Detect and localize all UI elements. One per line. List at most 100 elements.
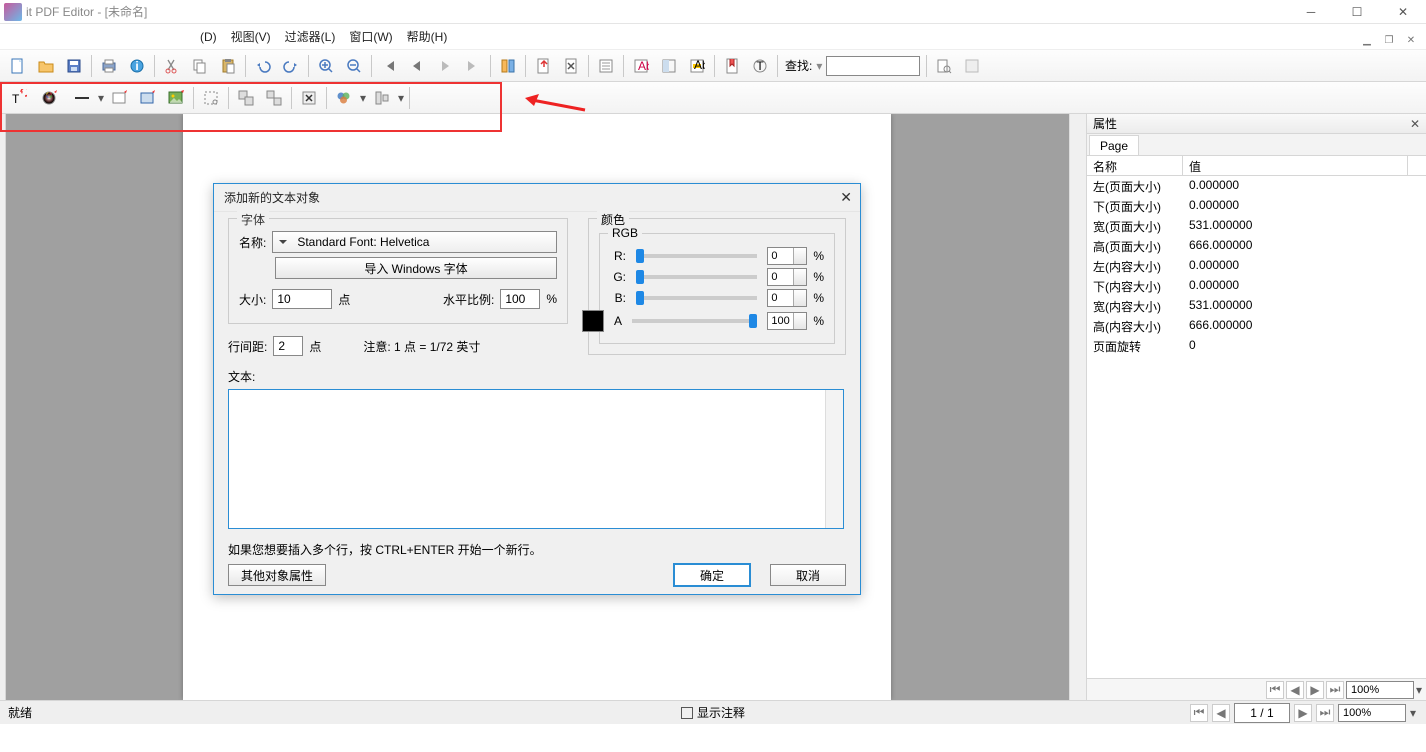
group-icon[interactable] — [233, 85, 259, 111]
info-icon[interactable]: i — [124, 53, 150, 79]
minimize-button[interactable]: ─ — [1288, 0, 1334, 24]
page-number-input[interactable] — [1234, 703, 1290, 723]
property-row[interactable]: 左(内容大小)0.000000 — [1087, 256, 1426, 276]
property-row[interactable]: 下(内容大小)0.000000 — [1087, 276, 1426, 296]
line-icon[interactable] — [69, 85, 95, 111]
props-prev-icon[interactable]: ◀ — [1286, 681, 1304, 699]
prev-page-icon[interactable] — [404, 53, 430, 79]
size-input[interactable] — [272, 289, 332, 309]
search-clear-icon[interactable] — [959, 53, 985, 79]
menu-window[interactable]: 窗口(W) — [349, 28, 392, 45]
page-last-icon[interactable]: ⏭ — [1316, 704, 1334, 722]
property-row[interactable]: 下(页面大小)0.000000 — [1087, 196, 1426, 216]
zoom-out-icon[interactable] — [341, 53, 367, 79]
delete-page-icon[interactable] — [558, 53, 584, 79]
menu-d[interactable]: (D) — [200, 30, 217, 44]
vertical-scrollbar[interactable] — [1069, 114, 1086, 700]
cancel-button[interactable]: 取消 — [770, 564, 846, 586]
new-icon[interactable] — [5, 53, 31, 79]
ungroup-icon[interactable] — [261, 85, 287, 111]
font-combobox[interactable]: Standard Font: Helvetica — [272, 231, 557, 253]
color-swatch[interactable] — [582, 310, 604, 332]
b-spinner[interactable]: 0 — [767, 289, 807, 307]
first-page-icon[interactable] — [376, 53, 402, 79]
next-page-icon[interactable] — [432, 53, 458, 79]
save-icon[interactable] — [61, 53, 87, 79]
cut-icon[interactable] — [159, 53, 185, 79]
zoom-dropdown-icon[interactable]: ▾ — [1410, 706, 1416, 720]
menu-filter[interactable]: 过滤器(L) — [285, 28, 336, 45]
property-row[interactable]: 宽(内容大小)531.000000 — [1087, 296, 1426, 316]
print-icon[interactable] — [96, 53, 122, 79]
other-attributes-button[interactable]: 其他对象属性 — [228, 564, 326, 586]
line-dropdown-icon[interactable]: ▾ — [96, 91, 106, 105]
page-prev-icon[interactable]: ◀ — [1212, 704, 1230, 722]
highlight-icon[interactable]: Ab — [684, 53, 710, 79]
props-next-icon[interactable]: ▶ — [1306, 681, 1324, 699]
image-icon[interactable] — [163, 85, 189, 111]
redo-icon[interactable] — [278, 53, 304, 79]
align-icon[interactable] — [369, 85, 395, 111]
align-dropdown-icon[interactable]: ▾ — [396, 91, 406, 105]
property-row[interactable]: 高(内容大小)666.000000 — [1087, 316, 1426, 336]
zoom-in-icon[interactable] — [313, 53, 339, 79]
property-row[interactable]: 高(页面大小)666.000000 — [1087, 236, 1426, 256]
bookmark-icon[interactable] — [719, 53, 745, 79]
search-input[interactable] — [826, 56, 920, 76]
menu-help[interactable]: 帮助(H) — [407, 28, 448, 45]
text-box-icon[interactable] — [656, 53, 682, 79]
maximize-button[interactable]: ☐ — [1334, 0, 1380, 24]
paste-icon[interactable] — [215, 53, 241, 79]
open-icon[interactable] — [33, 53, 59, 79]
r-slider[interactable] — [636, 254, 757, 258]
tab-page[interactable]: Page — [1089, 135, 1139, 155]
props-zoom-select[interactable] — [1346, 681, 1414, 699]
import-font-button[interactable]: 导入 Windows 字体 — [275, 257, 557, 279]
page-first-icon[interactable]: ⏮ — [1190, 704, 1208, 722]
property-row[interactable]: 宽(页面大小)531.000000 — [1087, 216, 1426, 236]
text-tool-icon[interactable]: Ab — [628, 53, 654, 79]
g-slider[interactable] — [636, 275, 757, 279]
g-spinner[interactable]: 0 — [767, 268, 807, 286]
show-annotations-checkbox[interactable] — [681, 707, 693, 719]
search-result-icon[interactable] — [931, 53, 957, 79]
props-first-icon[interactable]: ⏮ — [1266, 681, 1284, 699]
layout-split-icon[interactable] — [495, 53, 521, 79]
hscale-input[interactable] — [500, 289, 540, 309]
a-slider[interactable] — [632, 319, 757, 323]
form-icon[interactable] — [593, 53, 619, 79]
layers-icon[interactable] — [331, 85, 357, 111]
import-page-icon[interactable] — [530, 53, 556, 79]
property-row[interactable]: 左(页面大小)0.000000 — [1087, 176, 1426, 196]
page-next-icon[interactable]: ▶ — [1294, 704, 1312, 722]
col-value[interactable]: 值 — [1183, 156, 1408, 175]
mdi-restore-icon[interactable]: ❐ — [1378, 32, 1400, 48]
color-wheel-icon[interactable] — [37, 85, 63, 111]
layers-dropdown-icon[interactable]: ▾ — [358, 91, 368, 105]
mdi-close-icon[interactable]: ✕ — [1400, 32, 1422, 48]
zoom-select[interactable] — [1338, 704, 1406, 722]
properties-close-icon[interactable]: ✕ — [1410, 117, 1420, 131]
search-dropdown-icon[interactable]: ▾ — [816, 59, 822, 73]
text-textarea[interactable] — [228, 389, 844, 529]
select-dashed-icon[interactable] — [198, 85, 224, 111]
ok-button[interactable]: 确定 — [674, 564, 750, 586]
text-circle-icon[interactable]: T — [747, 53, 773, 79]
shape-curve-icon[interactable] — [107, 85, 133, 111]
undo-icon[interactable] — [250, 53, 276, 79]
close-button[interactable]: ✕ — [1380, 0, 1426, 24]
dialog-close-icon[interactable]: ✕ — [840, 189, 852, 206]
linespace-input[interactable] — [273, 336, 303, 356]
b-slider[interactable] — [636, 296, 757, 300]
shape-rect-icon[interactable] — [135, 85, 161, 111]
menu-view[interactable]: 视图(V) — [231, 28, 271, 45]
add-text-icon[interactable]: T — [5, 85, 31, 111]
props-zoom-dropdown-icon[interactable]: ▾ — [1416, 683, 1422, 697]
mdi-minimize-icon[interactable]: ▁ — [1356, 32, 1378, 48]
last-page-icon[interactable] — [460, 53, 486, 79]
a-spinner[interactable]: 100 — [767, 312, 807, 330]
clip-delete-icon[interactable] — [296, 85, 322, 111]
props-last-icon[interactable]: ⏭ — [1326, 681, 1344, 699]
copy-icon[interactable] — [187, 53, 213, 79]
col-name[interactable]: 名称 — [1087, 156, 1183, 175]
